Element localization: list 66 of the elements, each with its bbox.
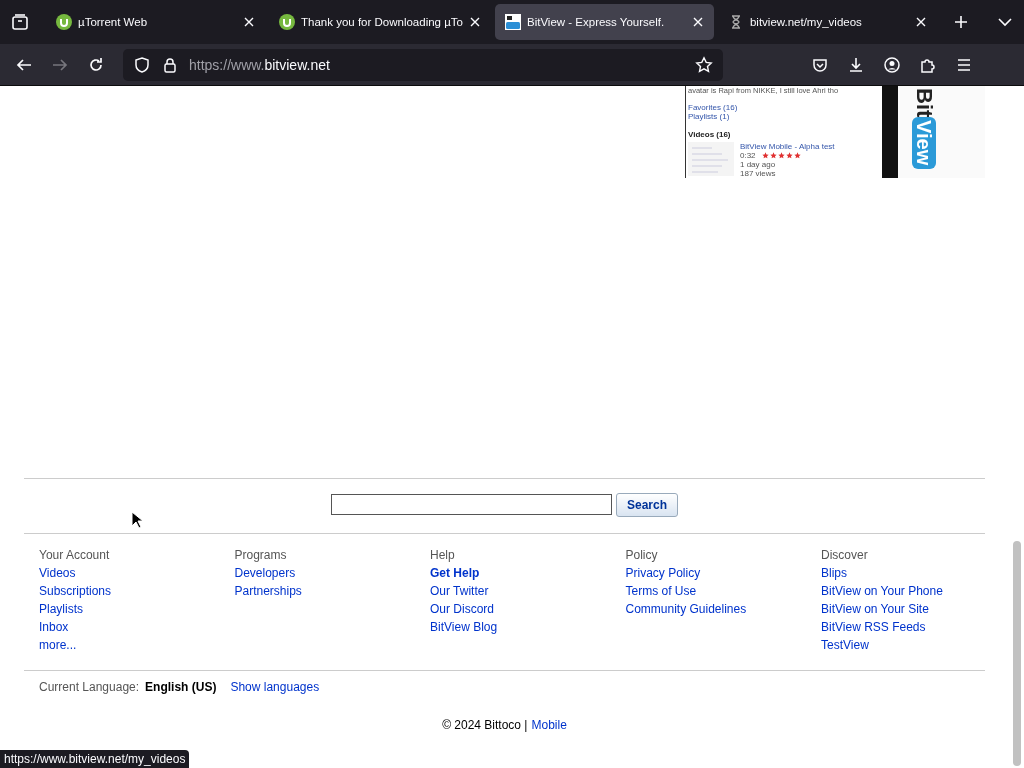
browser-tab[interactable]: BitView - Express Yourself. xyxy=(494,4,714,40)
copyright-text: © 2024 Bittoco | xyxy=(442,718,528,732)
language-label: Current Language: xyxy=(39,680,140,694)
footer-link[interactable]: more... xyxy=(39,638,77,652)
reload-icon[interactable] xyxy=(87,55,105,74)
footer-link[interactable]: Inbox xyxy=(39,620,69,634)
account-icon[interactable] xyxy=(883,55,901,74)
close-icon[interactable] xyxy=(914,16,927,28)
browser-tab[interactable]: µTorrent Web xyxy=(46,4,265,40)
search-field[interactable] xyxy=(331,494,612,515)
column-heading: Policy xyxy=(625,548,658,562)
column-heading: Help xyxy=(430,548,455,562)
tab-title: µTorrent Web xyxy=(78,16,149,28)
footer-link[interactable]: Community Guidelines xyxy=(625,602,747,616)
address-bar[interactable]: https://www.bitview.net xyxy=(123,48,723,81)
footer-link[interactable]: BitView on Your Phone xyxy=(821,584,943,598)
footer-link[interactable]: Blips xyxy=(821,566,847,580)
video-title: BitView Mobile - Alpha test xyxy=(740,142,835,151)
logo-badge: View xyxy=(912,117,936,169)
scrollbar-thumb[interactable] xyxy=(1013,541,1021,766)
tab-title: bitview.net/my_videos xyxy=(749,16,863,28)
tab-title: Thank you for Downloading µTo xyxy=(301,16,463,28)
tab-overview-icon[interactable] xyxy=(10,12,30,32)
show-languages-link[interactable]: Show languages xyxy=(230,680,320,694)
url-text: https://www.bitview.net xyxy=(189,56,331,73)
mobile-link[interactable]: Mobile xyxy=(531,718,567,732)
tab-title: BitView - Express Yourself. xyxy=(526,16,666,28)
videos-heading: Videos (16) xyxy=(688,130,731,139)
language-value: English (US) xyxy=(145,680,217,694)
video-views: 187 views xyxy=(740,169,776,178)
column-heading: Discover xyxy=(821,548,868,562)
footer-link[interactable]: Partnerships xyxy=(234,584,302,598)
cursor-icon xyxy=(131,511,143,529)
footer-link[interactable]: BitView on Your Site xyxy=(821,602,929,616)
status-url: https://www.bitview.net/my_videos xyxy=(0,750,190,768)
footer-link[interactable]: Developers xyxy=(234,566,296,580)
close-icon[interactable] xyxy=(691,16,704,28)
footer-link[interactable]: Terms of Use xyxy=(625,584,697,598)
close-icon[interactable] xyxy=(468,16,481,28)
footer-link[interactable]: Playlists xyxy=(39,602,83,616)
close-icon[interactable] xyxy=(243,16,255,28)
footer-link[interactable]: BitView Blog xyxy=(430,620,498,634)
browser-tab[interactable]: bitview.net/my_videos xyxy=(717,4,937,40)
footer-link[interactable]: Privacy Policy xyxy=(625,566,701,580)
footer-link[interactable]: Get Help xyxy=(430,566,480,580)
footer-link[interactable]: Videos xyxy=(39,566,76,580)
footer-link[interactable]: Our Twitter xyxy=(430,584,489,598)
footer-link[interactable]: BitView RSS Feeds xyxy=(821,620,926,634)
logo-text: Bit xyxy=(913,88,935,118)
new-tab-icon[interactable] xyxy=(952,14,969,30)
bookmark-star-icon[interactable] xyxy=(695,55,713,74)
download-icon[interactable] xyxy=(847,55,865,74)
footer-link[interactable]: TestView xyxy=(821,638,869,652)
footer-link[interactable]: Our Discord xyxy=(430,602,494,616)
browser-tab[interactable]: Thank you for Downloading µTo xyxy=(269,4,491,40)
search-button[interactable]: Search xyxy=(616,493,678,517)
video-age: 1 day ago xyxy=(740,160,776,169)
footer-link[interactable]: Subscriptions xyxy=(39,584,112,598)
utorrent-icon xyxy=(56,14,72,30)
video-duration: 0:32 xyxy=(740,151,756,160)
lock-icon[interactable] xyxy=(161,55,179,74)
column-heading: Programs xyxy=(234,548,287,562)
column-heading: Your Account xyxy=(39,548,110,562)
shield-icon[interactable] xyxy=(133,55,151,74)
utorrent-icon xyxy=(279,14,295,30)
bitview-icon xyxy=(504,14,521,30)
